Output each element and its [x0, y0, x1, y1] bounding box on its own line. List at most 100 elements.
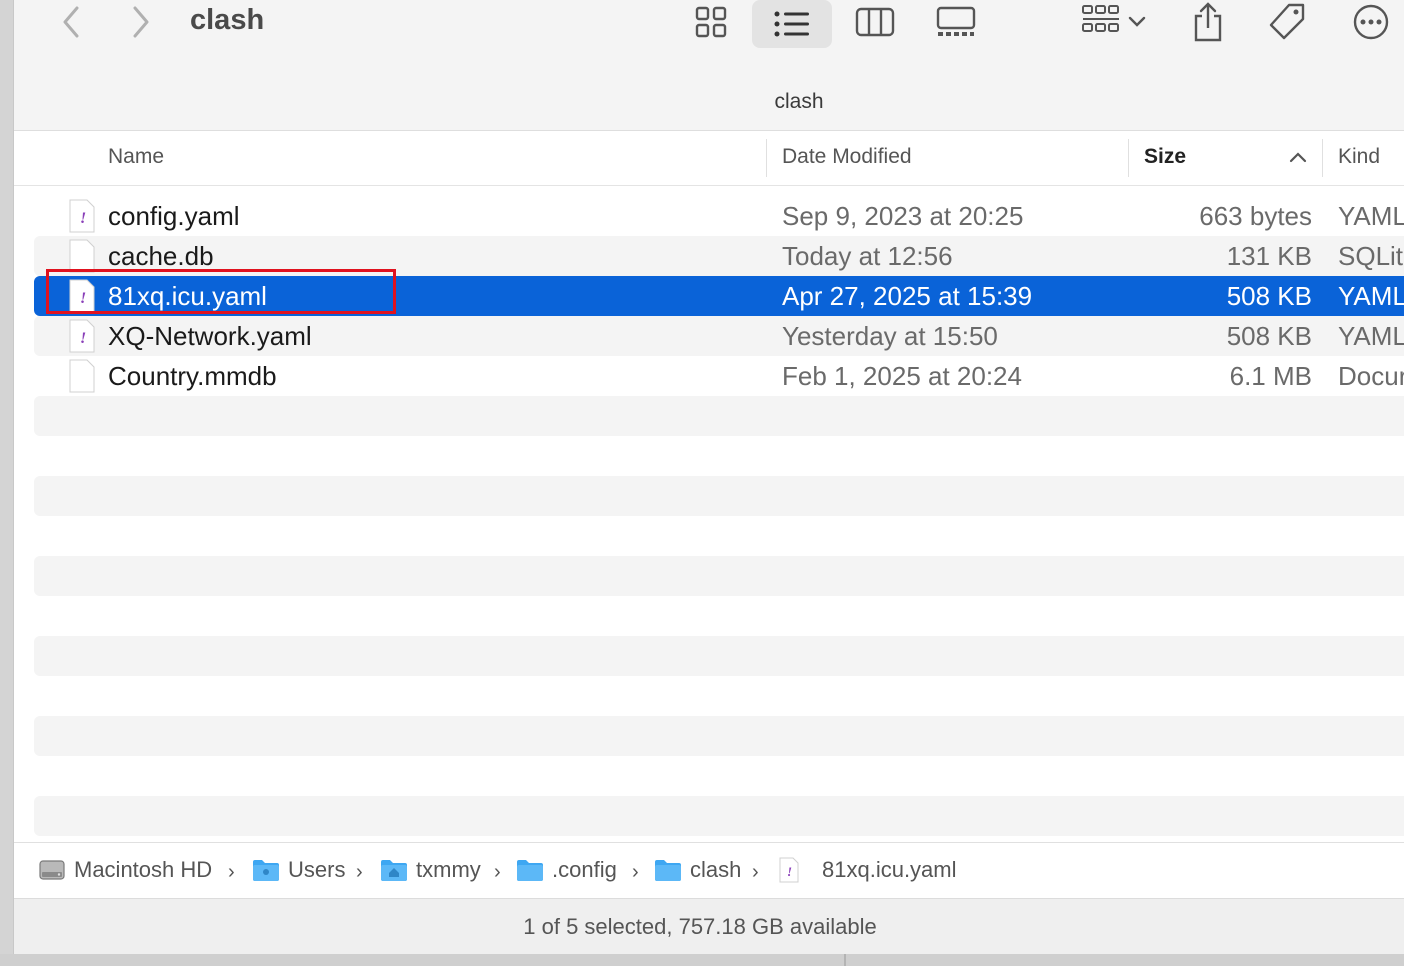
column-header: Name Date Modified Size Kind: [14, 131, 1404, 186]
path-item-label: Users: [288, 857, 346, 882]
more-button[interactable]: [1348, 0, 1394, 44]
file-row[interactable]: ! config.yaml Sep 9, 2023 at 20:25 663 b…: [34, 196, 1404, 236]
column-divider[interactable]: [766, 139, 767, 177]
blank-file-icon: [69, 239, 95, 273]
file-name: config.yaml: [108, 201, 240, 231]
folder-icon: [253, 860, 279, 881]
empty-row: [34, 716, 1404, 756]
empty-row: [34, 636, 1404, 676]
name-column-header[interactable]: Name: [108, 145, 164, 169]
path-title: clash: [774, 90, 824, 113]
gallery-icon: [936, 6, 976, 36]
empty-row: [34, 796, 1404, 836]
highlight-box: [46, 269, 396, 314]
ellipsis-circle-icon: [1353, 4, 1389, 40]
forward-button[interactable]: [124, 4, 158, 40]
chevron-right-icon: ›: [494, 861, 501, 883]
file-row[interactable]: Country.mmdb Feb 1, 2025 at 20:24 6.1 MB…: [34, 356, 1404, 396]
file-date: Today at 12:56: [782, 241, 953, 271]
file-kind: YAML: [1338, 321, 1404, 351]
path-item-label: Macintosh HD: [74, 857, 213, 882]
file-kind: Docur: [1338, 361, 1404, 391]
svg-text:!: !: [80, 210, 86, 227]
empty-row: [34, 556, 1404, 596]
tag-icon: [1269, 3, 1305, 40]
chevron-down-icon: [1128, 16, 1146, 27]
file-name: XQ-Network.yaml: [108, 321, 312, 351]
file-row-selected[interactable]: ! 81xq.icu.yaml Apr 27, 2025 at 15:39 50…: [34, 269, 1404, 316]
group-button[interactable]: [1074, 0, 1154, 44]
svg-text:!: !: [787, 864, 792, 879]
path-item[interactable]: txmmy: [380, 857, 481, 883]
file-size: 508 KB: [1226, 281, 1312, 311]
file-list: ! config.yaml Sep 9, 2023 at 20:25 663 b…: [14, 196, 1404, 840]
blank-file-icon: [69, 359, 95, 393]
file-kind: YAML: [1338, 201, 1404, 231]
file-date: Sep 9, 2023 at 20:25: [782, 201, 1024, 231]
hard-drive-icon: [39, 860, 65, 880]
grid-icon: [695, 6, 727, 38]
file-date: Yesterday at 15:50: [782, 321, 998, 351]
file-size: 663 bytes: [1199, 201, 1312, 231]
back-button[interactable]: [54, 4, 88, 40]
file-date: Apr 27, 2025 at 15:39: [782, 281, 1033, 311]
list-view-button[interactable]: [752, 0, 832, 48]
kind-column-header[interactable]: Kind: [1338, 145, 1380, 169]
chevron-right-icon: ›: [752, 861, 759, 883]
list-icon: [774, 11, 809, 37]
path-item-label: 81xq.icu.yaml: [822, 857, 957, 882]
icon-view-button[interactable]: [686, 0, 736, 44]
window-title: clash: [190, 4, 265, 36]
chevron-right-icon: ›: [228, 861, 235, 883]
path-item-label: clash: [690, 857, 742, 882]
group-grid-icon: [1082, 5, 1119, 32]
yaml-file-icon: !: [69, 319, 95, 353]
share-button[interactable]: [1186, 0, 1230, 44]
file-size: 131 KB: [1226, 241, 1312, 271]
path-item[interactable]: clash: [654, 857, 741, 883]
column-view-button[interactable]: [850, 0, 900, 44]
column-divider[interactable]: [1322, 139, 1323, 177]
yaml-file-icon: !: [69, 199, 95, 233]
gallery-view-button[interactable]: [930, 0, 982, 44]
yaml-file-icon: !: [779, 857, 799, 883]
path-item[interactable]: ! 81xq.icu.yaml: [778, 857, 957, 883]
desktop-edge: [0, 0, 14, 966]
path-item[interactable]: Users: [252, 857, 345, 883]
status-bar: 1 of 5 selected, 757.18 GB available: [14, 898, 1404, 954]
svg-text:!: !: [80, 330, 86, 347]
file-date: Feb 1, 2025 at 20:24: [782, 361, 1022, 391]
chevron-left-icon: [63, 6, 79, 38]
file-name: Country.mmdb: [108, 361, 277, 391]
date-column-header[interactable]: Date Modified: [782, 145, 912, 169]
finder-window: clash clash Name Date Modified Size Kind…: [14, 0, 1404, 954]
sort-ascending-icon: [1289, 152, 1307, 163]
home-folder-icon: [381, 860, 407, 881]
share-icon: [1194, 2, 1222, 42]
empty-row: [34, 396, 1404, 436]
divider: [844, 954, 846, 966]
column-divider[interactable]: [1128, 139, 1129, 177]
folder-icon: [517, 860, 543, 881]
desktop-bottom-edge: [0, 954, 1404, 966]
toolbar: clash clash: [14, 0, 1404, 131]
chevron-right-icon: [133, 6, 149, 38]
path-bar: Macintosh HD › Users › txmmy › .config ›…: [14, 842, 1404, 898]
chevron-right-icon: ›: [632, 861, 639, 883]
empty-row: [34, 476, 1404, 516]
path-item[interactable]: .config: [516, 857, 617, 883]
chevron-right-icon: ›: [356, 861, 363, 883]
file-row[interactable]: ! XQ-Network.yaml Yesterday at 15:50 508…: [34, 316, 1404, 356]
file-kind: YAML: [1338, 281, 1404, 311]
folder-icon: [655, 860, 681, 881]
columns-icon: [855, 7, 895, 37]
file-size: 508 KB: [1226, 321, 1312, 351]
file-kind: SQLit: [1338, 241, 1404, 271]
size-column-header[interactable]: Size: [1144, 145, 1186, 169]
tag-button[interactable]: [1264, 0, 1310, 44]
status-text: 1 of 5 selected, 757.18 GB available: [523, 914, 877, 939]
path-item-label: txmmy: [416, 857, 481, 882]
path-item[interactable]: Macintosh HD: [38, 857, 212, 883]
path-item-label: .config: [552, 857, 617, 882]
file-size: 6.1 MB: [1229, 361, 1312, 391]
